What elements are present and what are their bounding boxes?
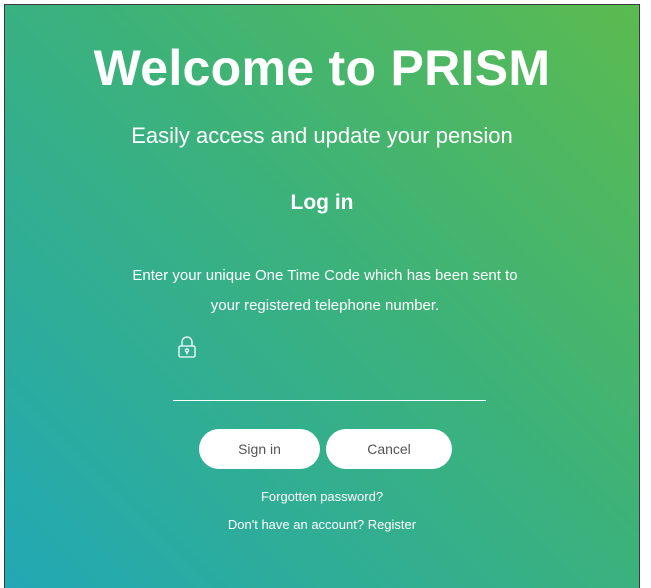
login-heading: Log in [290,191,354,214]
forgot-password-link[interactable]: Forgotten password? [5,489,639,504]
otc-instruction-text: Enter your unique One Time Code which ha… [132,267,518,314]
login-panel: Welcome to PRISM Easily access and updat… [4,4,640,588]
page-subtitle: Easily access and update your pension [131,123,513,148]
page-title: Welcome to PRISM [93,40,551,96]
one-time-code-input[interactable] [173,371,486,401]
register-link[interactable]: Don't have an account? Register [5,517,639,532]
sign-in-button[interactable]: Sign in [199,429,320,469]
cancel-button[interactable]: Cancel [326,429,452,469]
lock-icon [177,335,197,359]
